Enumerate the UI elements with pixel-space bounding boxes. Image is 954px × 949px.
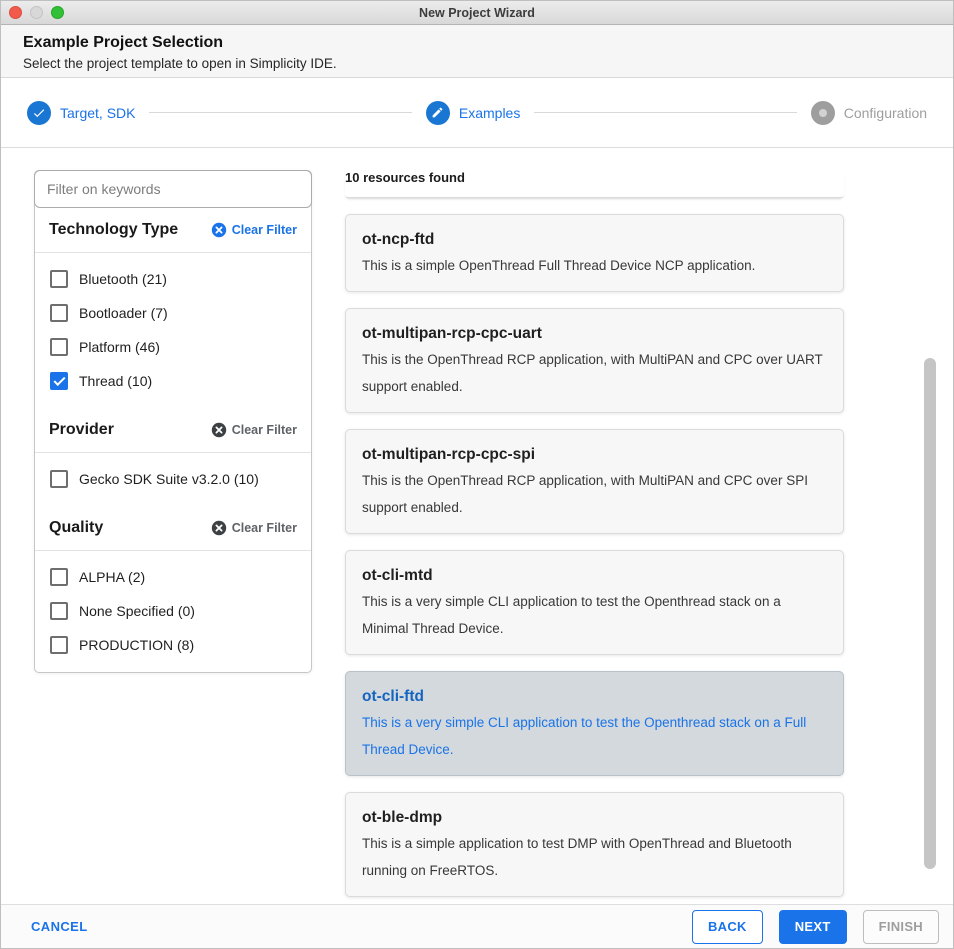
- filter-section-header: Provider Clear Filter: [35, 408, 311, 453]
- title-bar: New Project Wizard: [1, 1, 953, 25]
- filter-option-list: Gecko SDK Suite v3.2.0 (10): [35, 453, 311, 506]
- stepper-connector: [534, 112, 796, 113]
- filter-checkbox-row[interactable]: PRODUCTION (8): [35, 628, 311, 662]
- example-card-title: ot-multipan-rcp-cpc-spi: [362, 446, 827, 464]
- checkbox-icon[interactable]: [50, 304, 68, 322]
- example-card-description: This is the OpenThread RCP application, …: [362, 346, 827, 400]
- filter-checkbox-row[interactable]: None Specified (0): [35, 594, 311, 628]
- step-target-sdk[interactable]: Target, SDK: [27, 101, 135, 125]
- example-card[interactable]: ot-multipan-rcp-cpc-uart This is the Open…: [345, 308, 844, 413]
- filter-checkbox-row[interactable]: Gecko SDK Suite v3.2.0 (10): [35, 462, 311, 496]
- scrollbar[interactable]: [924, 148, 936, 904]
- filter-checkbox-row[interactable]: Platform (46): [35, 330, 311, 364]
- filter-option-label: Bootloader (7): [79, 305, 168, 321]
- filter-sections: Technology Type Clear Filter Bluetooth (21…: [35, 208, 311, 672]
- cancel-button[interactable]: CANCEL: [31, 919, 88, 934]
- results-area: 10 resources found ot-ncp-ftd This is a s…: [345, 170, 844, 904]
- back-button[interactable]: BACK: [692, 910, 763, 944]
- keyword-filter-input[interactable]: [34, 170, 312, 208]
- filter-section-title: Technology Type: [49, 221, 178, 239]
- clear-filter-label: Clear Filter: [232, 223, 297, 237]
- check-icon: [27, 101, 51, 125]
- filter-option-list: Bluetooth (21) Bootloader (7) Platform (46…: [35, 253, 311, 408]
- clear-filter-icon: [211, 222, 227, 238]
- step-configuration: Configuration: [811, 101, 927, 125]
- filter-option-label: Thread (10): [79, 373, 152, 389]
- example-card[interactable]: ot-cli-ftd This is a very simple CLI appl…: [345, 671, 844, 776]
- clear-filter-button[interactable]: Clear Filter: [211, 222, 297, 238]
- checkbox-icon[interactable]: [50, 338, 68, 356]
- example-card-title: ot-multipan-rcp-cpc-uart: [362, 325, 827, 343]
- clear-filter-button[interactable]: Clear Filter: [211, 422, 297, 438]
- dot-icon: [811, 101, 835, 125]
- filter-checkbox-row[interactable]: Thread (10): [35, 364, 311, 398]
- filter-option-label: ALPHA (2): [79, 569, 145, 585]
- step-label: Examples: [459, 105, 520, 121]
- wizard-footer: CANCEL BACK NEXT FINISH: [1, 904, 953, 948]
- clear-filter-icon: [211, 520, 227, 536]
- example-card[interactable]: ot-cli-mtd This is a very simple CLI appl…: [345, 550, 844, 655]
- example-card-description: This is a simple application to test DMP…: [362, 830, 827, 884]
- filter-option-label: Platform (46): [79, 339, 160, 355]
- pencil-icon: [426, 101, 450, 125]
- checkbox-icon[interactable]: [50, 602, 68, 620]
- example-card[interactable]: ot-ncp-ftd This is a simple OpenThread Fu…: [345, 214, 844, 292]
- page-subtitle: Select the project template to open in S…: [23, 56, 931, 71]
- step-examples[interactable]: Examples: [426, 101, 520, 125]
- clear-filter-label: Clear Filter: [232, 521, 297, 535]
- checkbox-icon[interactable]: [50, 270, 68, 288]
- example-card-title: ot-cli-mtd: [362, 567, 827, 585]
- step-label: Target, SDK: [60, 105, 135, 121]
- filter-checkbox-row[interactable]: Bluetooth (21): [35, 262, 311, 296]
- clear-filter-button[interactable]: Clear Filter: [211, 520, 297, 536]
- new-project-wizard-window: New Project Wizard Example Project Selec…: [0, 0, 954, 949]
- filter-section: Technology Type Clear Filter Bluetooth (21…: [35, 208, 311, 408]
- filter-option-label: None Specified (0): [79, 603, 195, 619]
- filter-section-header: Quality Clear Filter: [35, 506, 311, 551]
- example-card-description: This is a very simple CLI application to…: [362, 588, 827, 642]
- filter-section-title: Provider: [49, 421, 114, 439]
- clear-filter-icon: [211, 422, 227, 438]
- wizard-body: Technology Type Clear Filter Bluetooth (21…: [1, 148, 953, 904]
- scrollbar-thumb[interactable]: [924, 358, 936, 869]
- example-card-description: This is a simple OpenThread Full Thread …: [362, 252, 827, 279]
- filter-checkbox-row[interactable]: Bootloader (7): [35, 296, 311, 330]
- filter-section: Quality Clear Filter ALPHA (2) None Specifi…: [35, 506, 311, 672]
- example-card-description: This is the OpenThread RCP application, …: [362, 467, 827, 521]
- wizard-header: Example Project Selection Select the pro…: [1, 25, 953, 78]
- resources-found-count: 10 resources found: [345, 170, 844, 198]
- checkbox-icon[interactable]: [50, 470, 68, 488]
- example-card-description: This is a very simple CLI application to…: [362, 709, 827, 763]
- example-card[interactable]: ot-ble-dmp This is a simple application t…: [345, 792, 844, 897]
- filter-option-label: Gecko SDK Suite v3.2.0 (10): [79, 471, 259, 487]
- filter-section-title: Quality: [49, 519, 103, 537]
- example-card[interactable]: ot-multipan-rcp-cpc-spi This is the OpenT…: [345, 429, 844, 534]
- finish-button: FINISH: [863, 910, 939, 944]
- example-card-title: ot-cli-ftd: [362, 688, 827, 706]
- step-label: Configuration: [844, 105, 927, 121]
- clear-filter-label: Clear Filter: [232, 423, 297, 437]
- wizard-stepper: Target, SDK Examples Configuration: [1, 78, 953, 148]
- filter-section-header: Technology Type Clear Filter: [35, 208, 311, 253]
- filter-checkbox-row[interactable]: ALPHA (2): [35, 560, 311, 594]
- filter-panel: Technology Type Clear Filter Bluetooth (21…: [34, 170, 312, 673]
- filter-option-list: ALPHA (2) None Specified (0) PRODUCTION (8…: [35, 551, 311, 672]
- example-card-title: ot-ncp-ftd: [362, 231, 827, 249]
- filter-option-label: PRODUCTION (8): [79, 637, 194, 653]
- filter-option-label: Bluetooth (21): [79, 271, 167, 287]
- checkbox-checked-icon[interactable]: [50, 372, 68, 390]
- checkbox-icon[interactable]: [50, 568, 68, 586]
- stepper-connector: [149, 112, 411, 113]
- checkbox-icon[interactable]: [50, 636, 68, 654]
- example-card-title: ot-ble-dmp: [362, 809, 827, 827]
- next-button[interactable]: NEXT: [779, 910, 847, 944]
- example-card-list: ot-ncp-ftd This is a simple OpenThread Fu…: [345, 214, 844, 897]
- page-title: Example Project Selection: [23, 33, 931, 52]
- filter-section: Provider Clear Filter Gecko SDK Suite v3.2…: [35, 408, 311, 506]
- window-title: New Project Wizard: [1, 6, 953, 20]
